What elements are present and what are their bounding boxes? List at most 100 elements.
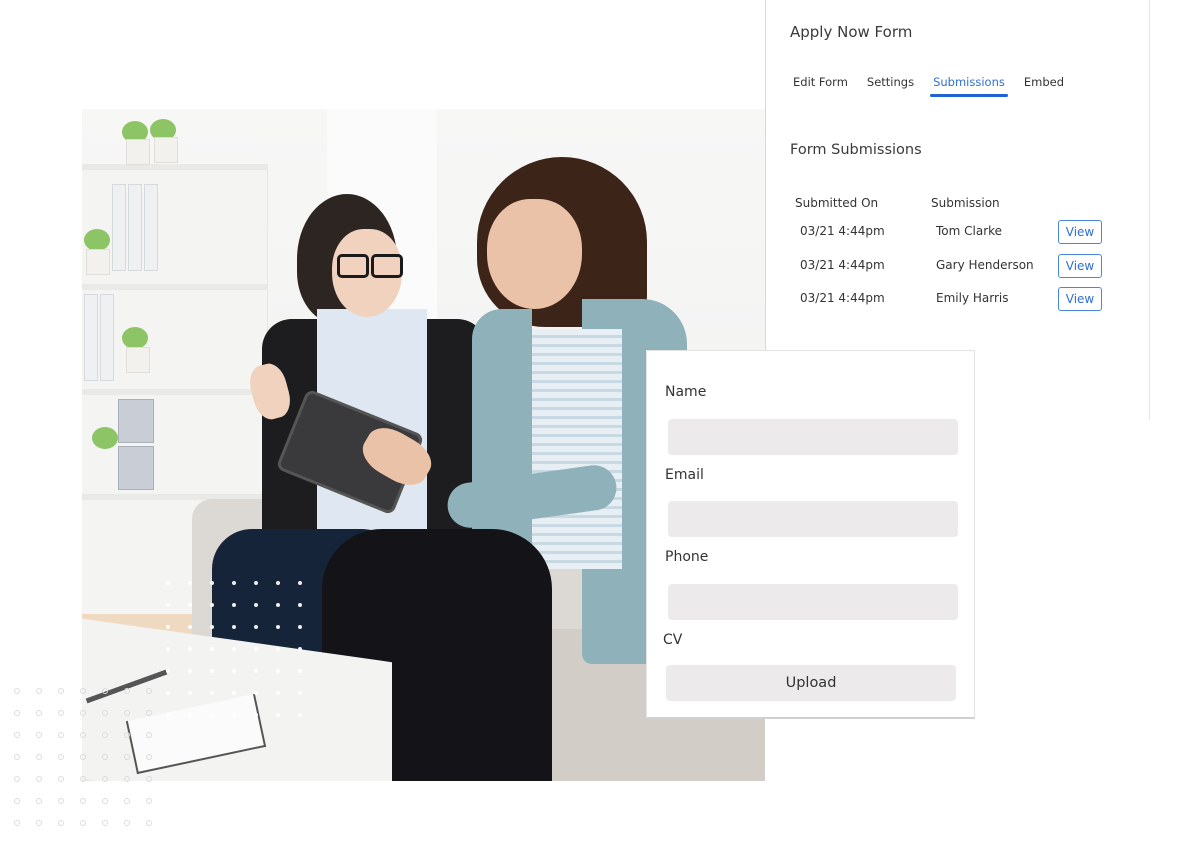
shelf-board (82, 164, 267, 170)
plant (92, 427, 118, 449)
phone-input[interactable] (668, 584, 958, 620)
name-input[interactable] (668, 419, 958, 455)
binder (84, 294, 98, 381)
dot (102, 776, 108, 782)
plant-pot (86, 249, 110, 275)
dot (166, 603, 170, 607)
dot (14, 776, 20, 782)
cv-label: CV (663, 632, 683, 648)
dot (124, 776, 130, 782)
dot (80, 710, 86, 716)
email-input[interactable] (668, 501, 958, 537)
upload-button[interactable]: Upload (666, 665, 956, 701)
dot (188, 669, 192, 673)
dot (146, 776, 152, 782)
dot (58, 688, 64, 694)
dot (232, 669, 236, 673)
dot (254, 603, 258, 607)
column-header-submission: Submission (931, 196, 1000, 210)
dot (276, 581, 280, 585)
plant (84, 229, 110, 251)
plant-pot (126, 347, 150, 373)
dot (102, 798, 108, 804)
dot (254, 669, 258, 673)
dot (14, 710, 20, 716)
dot (188, 691, 192, 695)
dot (58, 798, 64, 804)
plant-pot (154, 137, 178, 163)
dot (36, 776, 42, 782)
email-label: Email (665, 467, 704, 483)
submission-date: 03/21 4:44pm (800, 291, 885, 305)
form-title: Apply Now Form (790, 23, 913, 41)
dot (254, 691, 258, 695)
dot (14, 732, 20, 738)
binder (144, 184, 158, 271)
name-label: Name (665, 384, 707, 400)
dot (188, 647, 192, 651)
dot (254, 647, 258, 651)
dot (210, 691, 214, 695)
dot (146, 820, 152, 826)
dot (276, 669, 280, 673)
decorative-dot-grid-outline (14, 688, 168, 842)
dot (298, 713, 302, 717)
view-button[interactable]: View (1058, 220, 1102, 244)
shelf-board (82, 389, 267, 395)
plant-pot (126, 139, 150, 165)
dot (210, 647, 214, 651)
dot (102, 820, 108, 826)
dot (58, 820, 64, 826)
dot (102, 754, 108, 760)
dot (254, 713, 258, 717)
dot (14, 754, 20, 760)
dot (298, 647, 302, 651)
dot (276, 691, 280, 695)
apply-form-card: Name Email Phone CV Upload (646, 350, 975, 719)
submission-date: 03/21 4:44pm (800, 224, 885, 238)
dot (232, 581, 236, 585)
view-button[interactable]: View (1058, 287, 1102, 311)
woman-2-face (487, 199, 582, 309)
table-row: 03/21 4:44pm Tom Clarke View (766, 220, 1149, 246)
binder (128, 184, 142, 271)
glasses (337, 254, 407, 278)
tab-edit-form[interactable]: Edit Form (793, 75, 848, 97)
dot (210, 625, 214, 629)
dot (298, 691, 302, 695)
dot (146, 688, 152, 694)
dot (146, 754, 152, 760)
dot (80, 732, 86, 738)
dot (232, 603, 236, 607)
dot (36, 710, 42, 716)
tab-submissions[interactable]: Submissions (930, 75, 1008, 97)
tab-embed[interactable]: Embed (1024, 75, 1064, 97)
dot (254, 581, 258, 585)
storage-box (118, 446, 154, 490)
dot (188, 581, 192, 585)
dot (124, 798, 130, 804)
dot (166, 581, 170, 585)
view-button[interactable]: View (1058, 254, 1102, 278)
dot (102, 688, 108, 694)
tab-settings[interactable]: Settings (867, 75, 914, 97)
dot (276, 603, 280, 607)
dot (276, 713, 280, 717)
dot (36, 754, 42, 760)
decorative-dot-grid (166, 581, 320, 735)
binder (112, 184, 126, 271)
submission-name: Emily Harris (936, 291, 1009, 305)
dot (232, 647, 236, 651)
dot (276, 647, 280, 651)
section-title: Form Submissions (790, 142, 922, 158)
dot (14, 798, 20, 804)
dot (166, 669, 170, 673)
dot (166, 625, 170, 629)
dot (254, 625, 258, 629)
dot (298, 581, 302, 585)
dot (188, 603, 192, 607)
dot (14, 820, 20, 826)
dot (298, 669, 302, 673)
dot (124, 732, 130, 738)
dot (210, 713, 214, 717)
